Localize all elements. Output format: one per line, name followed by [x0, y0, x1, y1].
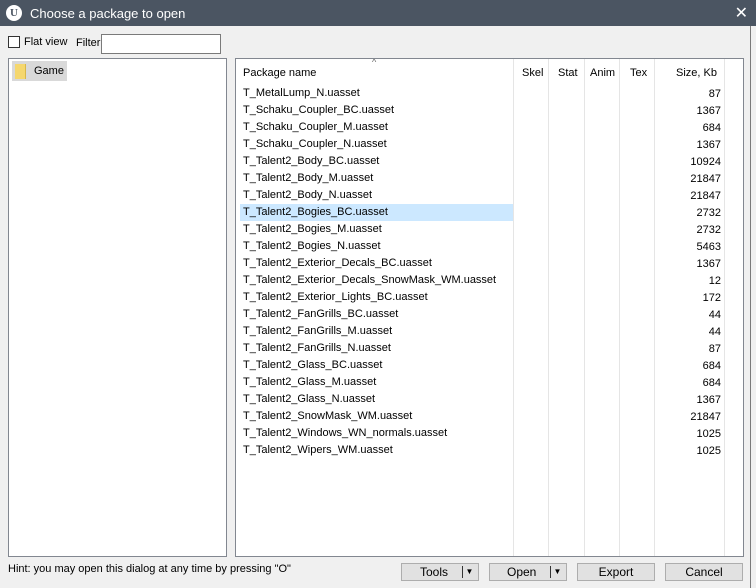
- package-size: 87: [708, 342, 721, 355]
- package-size: 1025: [696, 427, 721, 440]
- table-row[interactable]: T_Talent2_Bogies_N.uasset 5463: [240, 238, 740, 255]
- open-label: Open: [507, 565, 537, 579]
- table-row[interactable]: T_Talent2_Wipers_WM.uasset 1025: [240, 442, 740, 459]
- table-row[interactable]: T_Talent2_FanGrills_N.uasset 87: [240, 340, 740, 357]
- package-name: T_Talent2_SnowMask_WM.uasset: [243, 410, 413, 422]
- header-anim[interactable]: Anim: [590, 67, 615, 79]
- unreal-logo-icon: U: [6, 5, 22, 21]
- package-size: 172: [702, 291, 721, 304]
- package-size: 5463: [696, 240, 721, 253]
- title-bar: U Choose a package to open ✕: [0, 0, 756, 26]
- table-row[interactable]: T_Talent2_Glass_M.uasset 684: [240, 374, 740, 391]
- package-size: 684: [702, 121, 721, 134]
- table-row[interactable]: T_Talent2_Bogies_BC.uasset 2732: [240, 204, 740, 221]
- table-row[interactable]: T_Talent2_Glass_N.uasset 1367: [240, 391, 740, 408]
- folder-tree[interactable]: Game: [8, 58, 227, 557]
- package-size: 2732: [696, 206, 721, 219]
- table-row[interactable]: T_Talent2_Body_BC.uasset 10924: [240, 153, 740, 170]
- package-size: 44: [708, 308, 721, 321]
- table-row[interactable]: T_Talent2_FanGrills_BC.uasset 44: [240, 306, 740, 323]
- flat-view-checkbox[interactable]: Flat view: [8, 36, 67, 48]
- table-row[interactable]: T_MetalLump_N.uasset 87: [240, 85, 740, 102]
- table-row[interactable]: T_Talent2_Exterior_Decals_SnowMask_WM.ua…: [240, 272, 740, 289]
- dropdown-arrow-icon[interactable]: ▼: [550, 566, 564, 578]
- package-size: 44: [708, 325, 721, 338]
- close-icon[interactable]: ✕: [735, 3, 748, 23]
- folder-icon: [15, 63, 26, 79]
- table-row[interactable]: T_Talent2_Windows_WN_normals.uasset 1025: [240, 425, 740, 442]
- package-name: T_Talent2_Glass_M.uasset: [243, 376, 377, 388]
- header-size[interactable]: Size, Kb: [676, 67, 717, 79]
- package-list[interactable]: Package name ^ Skel Stat Anim Tex Size, K…: [235, 58, 744, 557]
- table-row[interactable]: T_Talent2_Bogies_M.uasset 2732: [240, 221, 740, 238]
- package-size: 21847: [690, 189, 721, 202]
- table-row[interactable]: T_Talent2_Exterior_Lights_BC.uasset 172: [240, 289, 740, 306]
- window-edge: [750, 26, 756, 588]
- table-row[interactable]: T_Talent2_FanGrills_M.uasset 44: [240, 323, 740, 340]
- window-title: Choose a package to open: [30, 5, 186, 21]
- package-size: 1367: [696, 138, 721, 151]
- package-size: 21847: [690, 410, 721, 423]
- table-row[interactable]: T_Talent2_Exterior_Decals_BC.uasset 1367: [240, 255, 740, 272]
- table-row[interactable]: T_Talent2_Body_M.uasset 21847: [240, 170, 740, 187]
- filter-label: Filter:: [76, 37, 104, 49]
- package-size: 1367: [696, 104, 721, 117]
- package-name: T_Talent2_Body_BC.uasset: [243, 155, 380, 167]
- filter-input[interactable]: [101, 34, 221, 54]
- package-name: T_Talent2_Body_N.uasset: [243, 189, 373, 201]
- package-name: T_Talent2_Bogies_N.uasset: [243, 240, 381, 252]
- checkbox-box[interactable]: [8, 36, 20, 48]
- package-size: 21847: [690, 172, 721, 185]
- package-size: 684: [702, 359, 721, 372]
- package-name: T_Schaku_Coupler_N.uasset: [243, 138, 387, 150]
- hint-text: Hint: you may open this dialog at any ti…: [8, 563, 291, 575]
- package-size: 87: [708, 87, 721, 100]
- table-row[interactable]: T_Schaku_Coupler_N.uasset 1367: [240, 136, 740, 153]
- table-row[interactable]: T_Talent2_Body_N.uasset 21847: [240, 187, 740, 204]
- header-package-name[interactable]: Package name: [243, 67, 316, 79]
- package-size: 2732: [696, 223, 721, 236]
- package-name: T_Talent2_FanGrills_M.uasset: [243, 325, 393, 337]
- package-size: 1025: [696, 444, 721, 457]
- package-name: T_Talent2_Bogies_M.uasset: [243, 223, 382, 235]
- header-stat[interactable]: Stat: [558, 67, 578, 79]
- cancel-button[interactable]: Cancel: [665, 563, 743, 581]
- package-name: T_Talent2_FanGrills_BC.uasset: [243, 308, 399, 320]
- package-name: T_Talent2_Bogies_BC.uasset: [240, 204, 513, 221]
- table-row[interactable]: T_Schaku_Coupler_M.uasset 684: [240, 119, 740, 136]
- tools-button[interactable]: Tools ▼: [401, 563, 479, 581]
- tree-item-game[interactable]: Game: [12, 61, 67, 81]
- package-name: T_Talent2_FanGrills_N.uasset: [243, 342, 391, 354]
- sort-ascending-icon: ^: [372, 58, 377, 67]
- package-name: T_Talent2_Glass_BC.uasset: [243, 359, 383, 371]
- package-size: 1367: [696, 257, 721, 270]
- table-row[interactable]: T_Talent2_SnowMask_WM.uasset 21847: [240, 408, 740, 425]
- flat-view-label: Flat view: [24, 36, 68, 48]
- package-name: T_Talent2_Exterior_Decals_BC.uasset: [243, 257, 432, 269]
- header-skel[interactable]: Skel: [522, 67, 543, 79]
- package-name: T_Talent2_Glass_N.uasset: [243, 393, 376, 405]
- open-button[interactable]: Open ▼: [489, 563, 567, 581]
- export-button[interactable]: Export: [577, 563, 655, 581]
- package-name: T_Talent2_Windows_WN_normals.uasset: [243, 427, 448, 439]
- package-size: 684: [702, 376, 721, 389]
- tools-label: Tools: [420, 565, 449, 579]
- package-name: T_Talent2_Exterior_Lights_BC.uasset: [243, 291, 428, 303]
- tree-item-label: Game: [34, 65, 64, 77]
- header-tex[interactable]: Tex: [630, 67, 647, 79]
- table-row[interactable]: T_Schaku_Coupler_BC.uasset 1367: [240, 102, 740, 119]
- dropdown-arrow-icon[interactable]: ▼: [462, 566, 476, 578]
- package-size: 12: [708, 274, 721, 287]
- package-name: T_Schaku_Coupler_BC.uasset: [243, 104, 395, 116]
- package-name: T_Schaku_Coupler_M.uasset: [243, 121, 388, 133]
- table-row[interactable]: T_Talent2_Glass_BC.uasset 684: [240, 357, 740, 374]
- package-name: T_Talent2_Exterior_Decals_SnowMask_WM.ua…: [243, 274, 497, 286]
- package-name: T_Talent2_Body_M.uasset: [243, 172, 374, 184]
- package-size: 10924: [690, 155, 721, 168]
- package-size: 1367: [696, 393, 721, 406]
- package-name: T_MetalLump_N.uasset: [243, 87, 360, 99]
- package-name: T_Talent2_Wipers_WM.uasset: [243, 444, 393, 456]
